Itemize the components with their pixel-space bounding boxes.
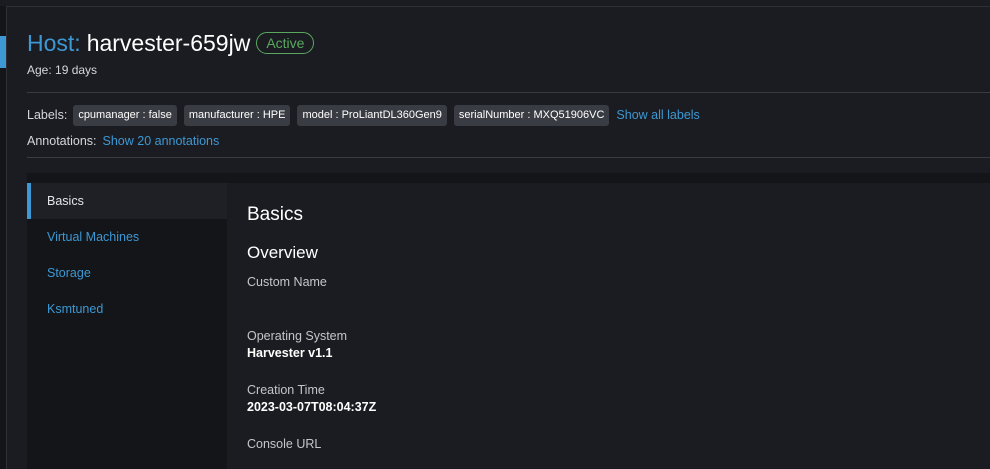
show-all-labels-link[interactable]: Show all labels [616,108,699,122]
age-label: Age: [27,63,52,77]
label-chip: serialNumber : MXQ51906VC [453,104,610,126]
tab-ksmtuned[interactable]: Ksmtuned [27,291,227,327]
tab-label: Virtual Machines [47,230,140,244]
field-label-console-url: Console URL [247,437,322,451]
metadata-divider [27,157,990,158]
tab-storage[interactable]: Storage [27,255,227,291]
title-prefix[interactable]: Host: [27,30,81,57]
host-detail-page: Host: harvester-659jw Active Age: 19 day… [0,0,990,469]
field-label-creation-time: Creation Time [247,383,325,397]
field-label-operating-system: Operating System [247,329,348,343]
status-badge: Active [256,32,315,54]
tab-basics[interactable]: Basics [27,183,227,219]
show-annotations-link[interactable]: Show 20 annotations [103,134,220,148]
label-chip: cpumanager : false [73,104,177,126]
overview-title: Overview [247,243,318,262]
age-value: 19 days [55,63,98,77]
top-divider [0,6,990,7]
tab-label: Storage [47,266,91,280]
annotations-caption: Annotations: [27,134,97,148]
page-title: harvester-659jw [86,29,251,56]
header-divider [27,92,990,93]
labels-caption: Labels: [27,108,68,122]
label-chip: manufacturer : HPE [183,104,291,126]
field-value-creation-time: 2023-03-07T08:04:37Z [247,400,377,414]
section-title: Basics [247,204,303,225]
tab-label: Basics [47,194,84,208]
tab-virtual-machines[interactable]: Virtual Machines [27,219,227,255]
field-value-operating-system: Harvester v1.1 [247,346,333,360]
annotations-row: Annotations: Show 20 annotations [27,132,219,150]
labels-row: Labels: cpumanager : false manufacturer … [27,104,700,126]
age-line: Age: 19 days [27,63,97,77]
tab-label: Ksmtuned [47,302,104,316]
detail-panel [227,183,990,469]
page-border [6,6,7,469]
label-chip: model : ProLiantDL360Gen9 [297,104,447,126]
page-header: Host: harvester-659jw Active [27,28,315,58]
detail-tabs-sidebar: Basics Virtual Machines Storage Ksmtuned [27,183,227,469]
field-label-custom-name: Custom Name [247,275,327,289]
